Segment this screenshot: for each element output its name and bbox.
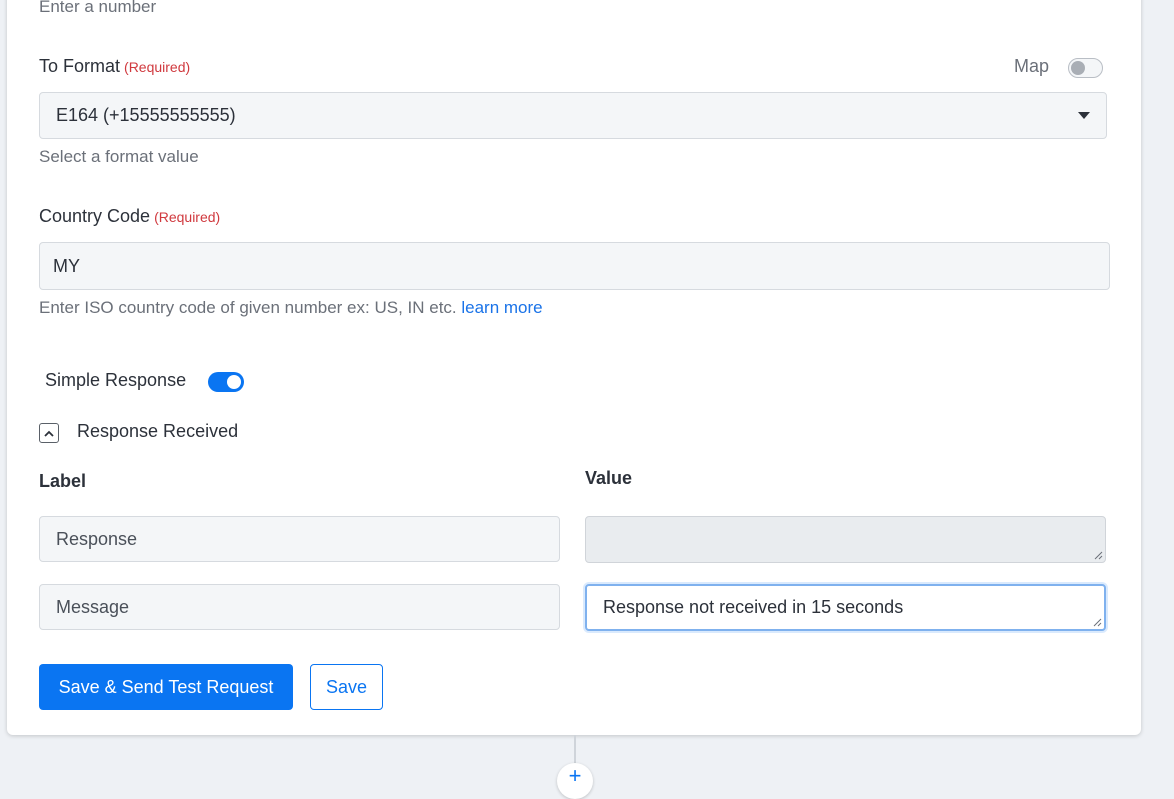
message-label-field: Message xyxy=(39,584,560,630)
plus-icon: + xyxy=(568,763,582,788)
country-code-value: MY xyxy=(53,255,80,276)
country-code-hint-group: Enter ISO country code of given number e… xyxy=(39,298,543,318)
map-toggle-knob xyxy=(1071,61,1085,75)
response-received-title: Response Received xyxy=(77,421,239,441)
message-value-textarea[interactable]: Response not received in 15 seconds xyxy=(585,584,1106,631)
message-label-text: Message xyxy=(56,596,130,617)
simple-response-toggle[interactable] xyxy=(208,372,244,392)
country-code-hint: Enter ISO country code of given number e… xyxy=(39,298,457,317)
column-header-label: Label xyxy=(39,471,87,491)
chevron-down-icon xyxy=(1078,112,1090,119)
message-value-text: Response not received in 15 seconds xyxy=(603,597,904,617)
to-format-select[interactable]: E164 (+15555555555) xyxy=(39,92,1107,139)
map-toggle[interactable] xyxy=(1068,58,1103,78)
map-label: Map xyxy=(1014,56,1050,76)
collapse-toggle[interactable] xyxy=(39,423,59,443)
add-step-button[interactable]: + xyxy=(557,763,593,799)
response-label-text: Response xyxy=(56,528,138,549)
to-format-selected-value: E164 (+15555555555) xyxy=(56,105,236,125)
simple-response-toggle-knob xyxy=(227,375,241,389)
resize-handle-icon[interactable] xyxy=(1092,617,1102,627)
number-hint: Enter a number xyxy=(39,0,157,16)
to-format-hint: Select a format value xyxy=(39,147,199,166)
save-send-test-button[interactable]: Save & Send Test Request xyxy=(39,664,293,710)
column-header-value: Value xyxy=(585,468,633,488)
learn-more-link[interactable]: learn more xyxy=(461,298,542,317)
save-button[interactable]: Save xyxy=(310,664,383,710)
resize-handle-icon[interactable] xyxy=(1093,550,1103,560)
response-label-field: Response xyxy=(39,516,560,562)
country-code-input[interactable]: MY xyxy=(39,242,1110,290)
country-code-label-group: Country Code (Required) xyxy=(39,206,220,227)
simple-response-label: Simple Response xyxy=(45,370,187,390)
chevron-up-icon xyxy=(44,430,54,437)
country-code-required: (Required) xyxy=(154,209,221,225)
to-format-label-group: To Format (Required) xyxy=(39,56,190,77)
response-value-textarea[interactable] xyxy=(585,516,1106,563)
to-format-required: (Required) xyxy=(124,59,191,75)
to-format-label: To Format xyxy=(39,56,121,76)
country-code-label: Country Code xyxy=(39,206,151,226)
